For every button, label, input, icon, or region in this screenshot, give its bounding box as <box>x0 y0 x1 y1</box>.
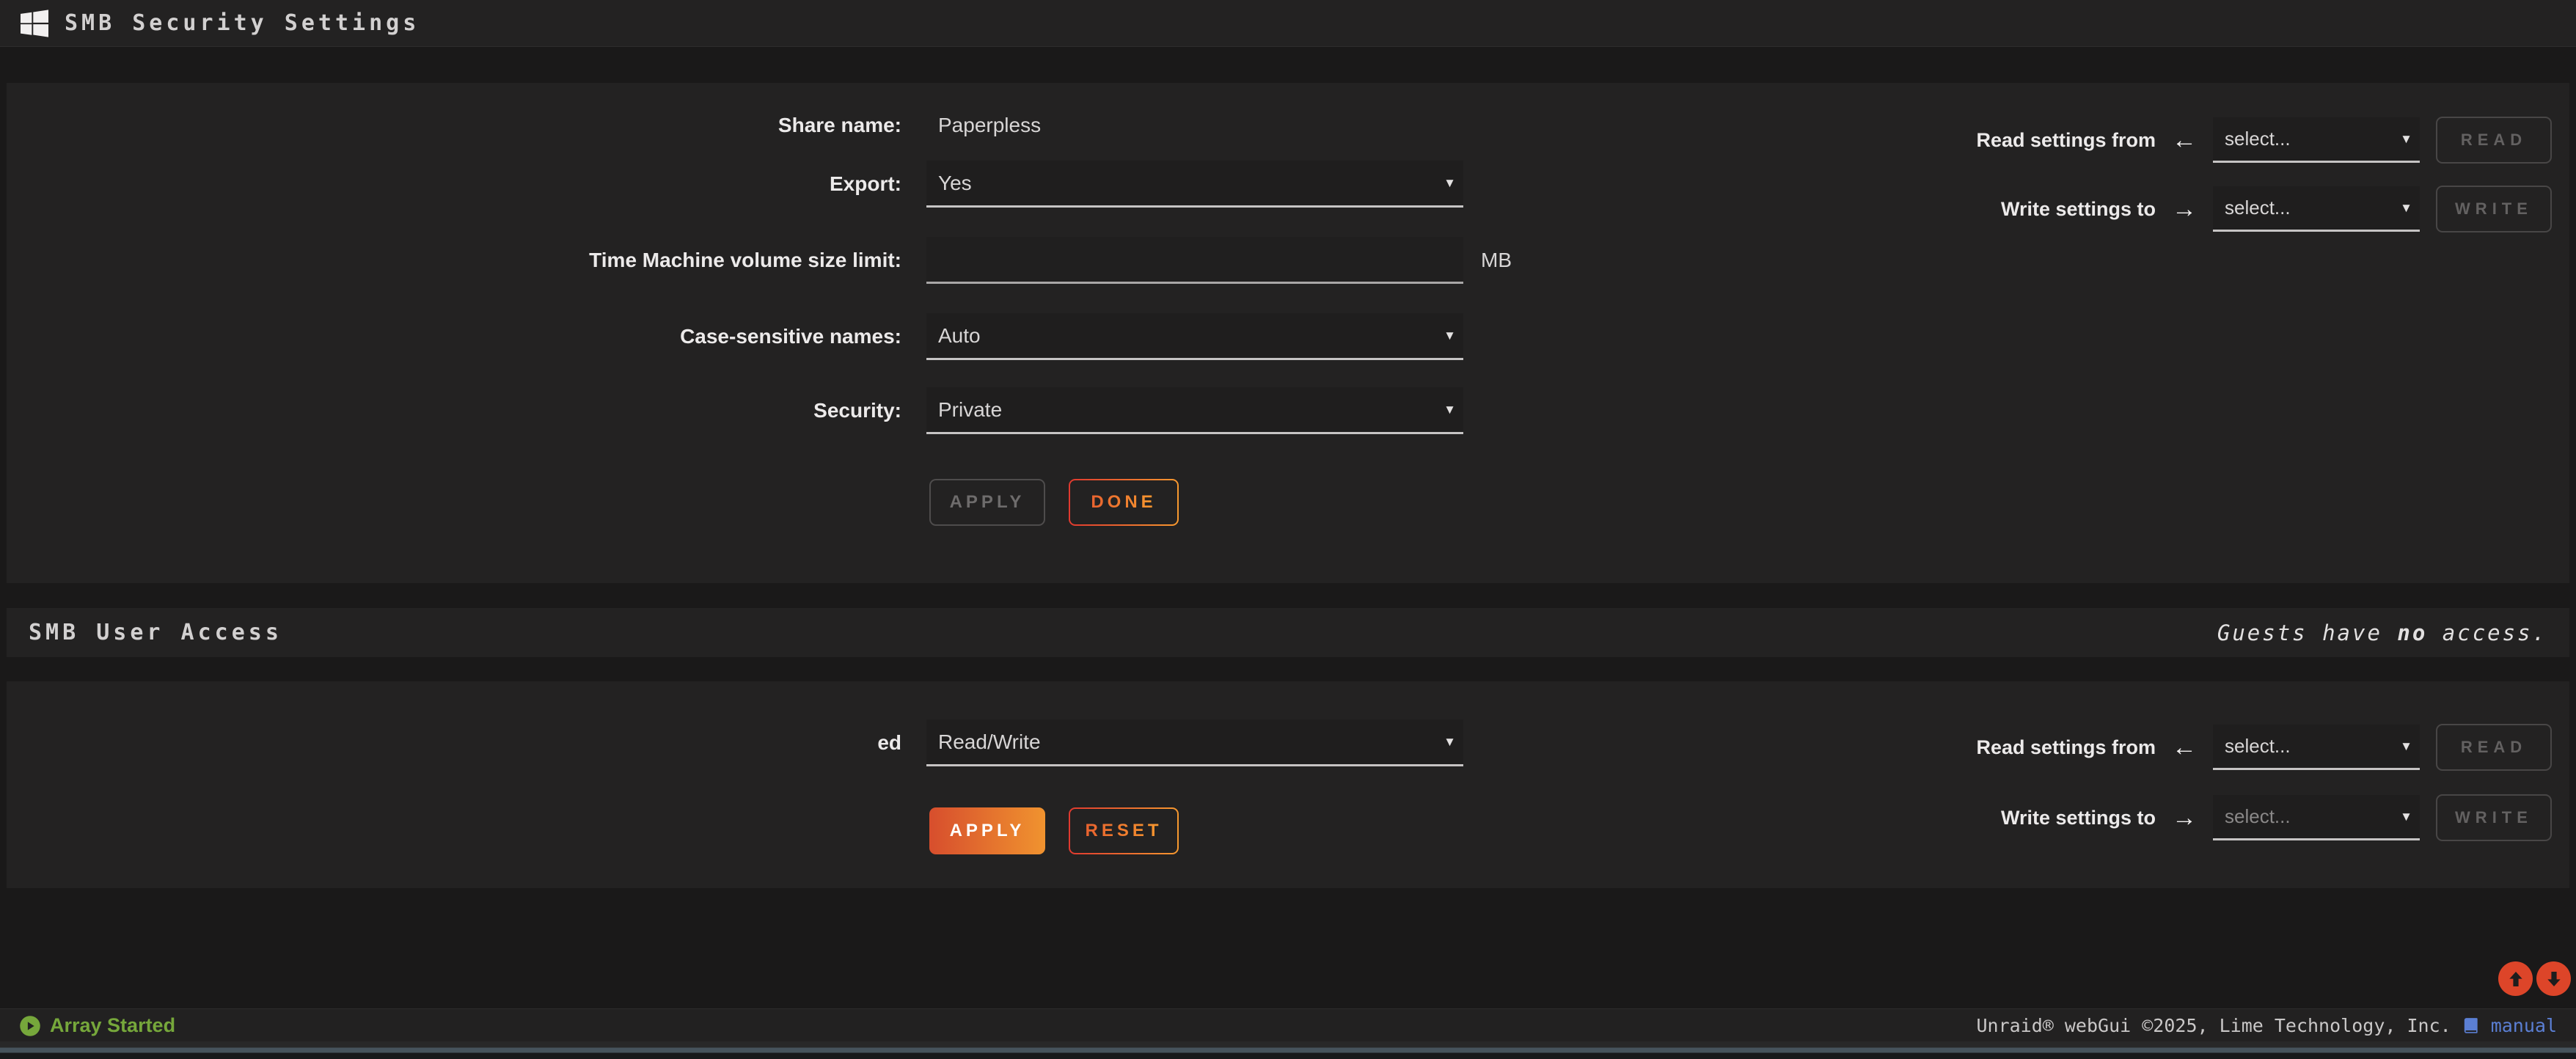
read-settings-row: Read settings from ← select... ▼ READ <box>1976 722 2552 772</box>
share-name-value: Paperpless <box>938 114 1041 137</box>
security-select[interactable]: Private ▼ <box>926 387 1463 434</box>
write-settings-label: Write settings to <box>2001 198 2156 221</box>
read-button[interactable]: READ <box>2436 117 2552 164</box>
share-name-label: Share name: <box>7 114 901 137</box>
arrow-left-icon: ← <box>2172 128 2197 153</box>
dropdown-arrow-icon: ▼ <box>2400 132 2412 147</box>
arrow-right-icon: → <box>2172 805 2197 830</box>
arrow-right-icon: → <box>2172 197 2197 221</box>
arrow-up-icon <box>2504 967 2528 991</box>
write-settings-select-value: select... <box>2225 805 2291 828</box>
security-row: Security: Private ▼ <box>7 387 1767 434</box>
smb-security-title-bar: SMB Security Settings <box>0 0 2576 47</box>
apply-button[interactable]: APPLY <box>929 807 1045 854</box>
write-settings-label: Write settings to <box>2001 807 2156 829</box>
security-select-value: Private <box>938 398 1002 422</box>
write-settings-select[interactable]: select... ▼ <box>2213 186 2420 232</box>
read-button[interactable]: READ <box>2436 724 2552 771</box>
arrow-down-icon <box>2542 967 2566 991</box>
scroll-to-bottom-button[interactable] <box>2536 961 2571 996</box>
guest-access-note: Guests have no access. <box>2217 620 2547 645</box>
page-title: SMB Security Settings <box>65 10 420 36</box>
write-button[interactable]: WRITE <box>2436 186 2552 232</box>
write-settings-row: Write settings to → select... ▼ WRITE <box>2001 793 2552 843</box>
export-select[interactable]: Yes ▼ <box>926 161 1463 208</box>
smb-user-access-title: SMB User Access <box>29 620 282 645</box>
user-name-label: ed <box>7 731 901 755</box>
security-label: Security: <box>7 399 901 422</box>
share-name-row: Share name: Paperpless <box>7 114 1767 137</box>
smb-user-access-panel: ed Read/Write ▼ APPLY RESET Read setting… <box>7 681 2569 888</box>
user-access-select[interactable]: Read/Write ▼ <box>926 719 1463 766</box>
reset-button-label: RESET <box>1085 821 1162 841</box>
export-label: Export: <box>7 172 901 196</box>
dropdown-arrow-icon: ▼ <box>1443 329 1456 343</box>
case-sensitive-select[interactable]: Auto ▼ <box>926 313 1463 360</box>
time-machine-input[interactable] <box>926 237 1463 284</box>
dropdown-arrow-icon: ▼ <box>1443 403 1456 417</box>
read-settings-select[interactable]: select... ▼ <box>2213 725 2420 770</box>
done-button-label: DONE <box>1091 492 1156 513</box>
array-status: Array Started <box>19 1014 175 1037</box>
guest-note-suffix: access. <box>2427 620 2547 645</box>
windows-logo-icon <box>21 10 48 37</box>
case-sensitive-row: Case-sensitive names: Auto ▼ <box>7 313 1767 360</box>
time-machine-unit: MB <box>1481 249 1512 272</box>
play-circle-icon <box>19 1015 41 1037</box>
smb-user-access-buttons: APPLY RESET <box>929 807 1179 854</box>
dropdown-arrow-icon: ▼ <box>1443 735 1456 750</box>
manual-book-icon <box>2462 1016 2481 1036</box>
read-settings-label: Read settings from <box>1976 129 2156 152</box>
done-button[interactable]: DONE <box>1069 479 1179 526</box>
smb-settings-page: { "header": { "title": "SMB Security Set… <box>0 0 2576 1059</box>
dropdown-arrow-icon: ▼ <box>2400 739 2412 754</box>
export-row: Export: Yes ▼ <box>7 161 1767 208</box>
smb-security-buttons: APPLY DONE <box>929 479 1179 526</box>
arrow-left-icon: ← <box>2172 735 2197 760</box>
time-machine-label: Time Machine volume size limit: <box>7 249 901 272</box>
reset-button[interactable]: RESET <box>1069 807 1179 854</box>
apply-button[interactable]: APPLY <box>929 479 1045 526</box>
read-settings-select[interactable]: select... ▼ <box>2213 117 2420 163</box>
case-sensitive-select-value: Auto <box>938 324 981 348</box>
write-button[interactable]: WRITE <box>2436 794 2552 841</box>
export-select-value: Yes <box>938 172 972 195</box>
scroll-buttons <box>2498 961 2571 996</box>
footer-bar: Array Started Unraid® webGui ©2025, Lime… <box>0 1008 2576 1042</box>
smb-security-panel: Share name: Paperpless Export: Yes ▼ Tim… <box>7 83 2569 583</box>
write-settings-row: Write settings to → select... ▼ WRITE <box>2001 184 2552 234</box>
read-settings-label: Read settings from <box>1976 736 2156 759</box>
array-status-text: Array Started <box>50 1014 175 1037</box>
read-settings-row: Read settings from ← select... ▼ READ <box>1976 115 2552 165</box>
guest-note-prefix: Guests have <box>2217 620 2398 645</box>
smb-user-access-header: SMB User Access Guests have no access. <box>7 608 2569 657</box>
dropdown-arrow-icon: ▼ <box>2400 201 2412 216</box>
scroll-to-top-button[interactable] <box>2498 961 2533 996</box>
write-settings-select[interactable]: select... ▼ <box>2213 795 2420 840</box>
dropdown-arrow-icon: ▼ <box>2400 810 2412 824</box>
bottom-edge-strip <box>0 1041 2576 1059</box>
copyright-text: Unraid® webGui ©2025, Lime Technology, I… <box>1976 1015 2451 1036</box>
read-settings-select-value: select... <box>2225 735 2291 758</box>
time-machine-row: Time Machine volume size limit: MB <box>7 237 1767 284</box>
case-sensitive-label: Case-sensitive names: <box>7 325 901 348</box>
write-settings-select-value: select... <box>2225 197 2291 219</box>
read-settings-select-value: select... <box>2225 128 2291 150</box>
guest-note-emphasis: no <box>2397 620 2427 645</box>
user-access-select-value: Read/Write <box>938 730 1041 754</box>
dropdown-arrow-icon: ▼ <box>1443 176 1456 191</box>
manual-link[interactable]: manual <box>2491 1015 2557 1036</box>
footer-right: Unraid® webGui ©2025, Lime Technology, I… <box>1976 1015 2557 1036</box>
user-access-row: ed Read/Write ▼ <box>7 719 1767 766</box>
